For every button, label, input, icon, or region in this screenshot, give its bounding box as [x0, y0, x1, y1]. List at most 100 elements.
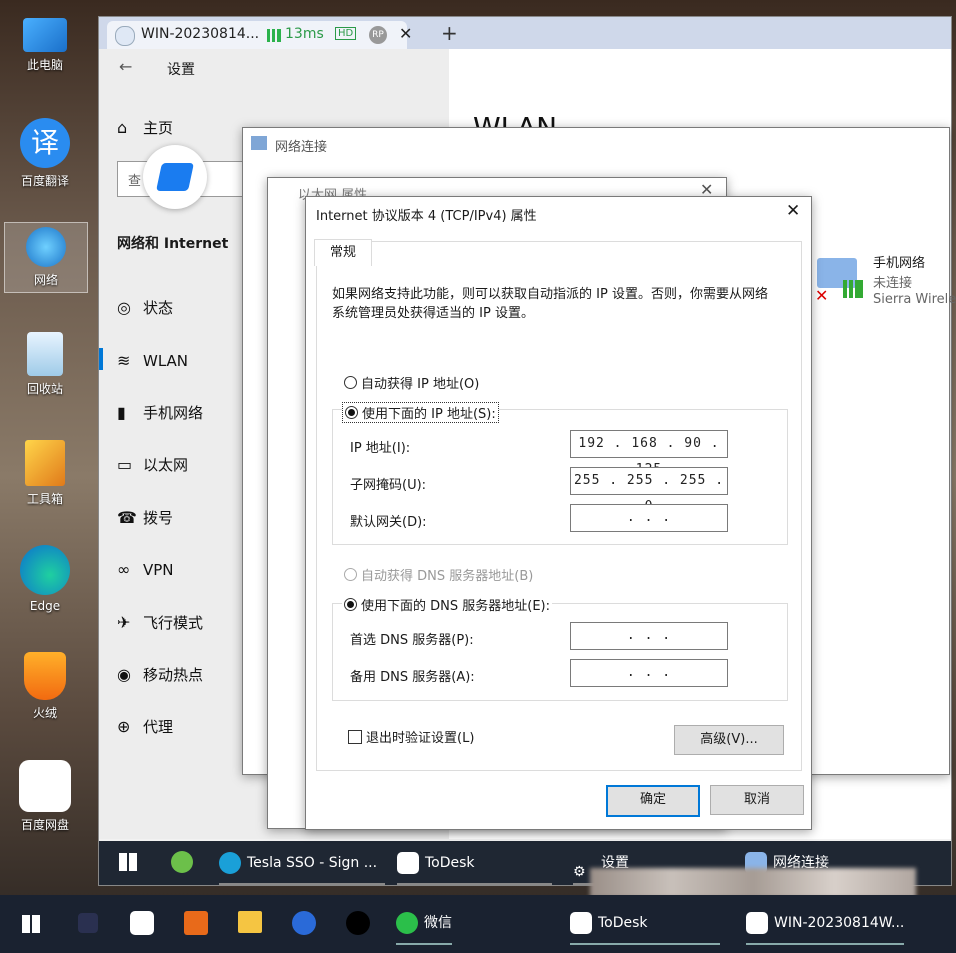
recycle-bin-icon [27, 332, 63, 376]
mobile-network-status: 未连接 [873, 276, 913, 291]
taskbar-todesk[interactable]: ToDesk [570, 903, 720, 945]
desktop-icon-baidu-netdisk[interactable]: 百度网盘 [0, 760, 90, 833]
file-explorer-icon[interactable] [238, 911, 262, 933]
default-gateway-label: 默认网关(D): [350, 515, 427, 530]
signal-bars-icon [843, 280, 863, 298]
todesk-floating-button[interactable] [143, 145, 207, 209]
ip-address-label: IP 地址(I): [350, 441, 411, 456]
edge-icon [219, 852, 241, 874]
subnet-mask-input[interactable]: 255 . 255 . 255 . 0 [570, 467, 728, 514]
desktop-icon-toolbox[interactable]: 工具箱 [0, 440, 90, 507]
mobile-network-name: 手机网络 [873, 256, 926, 271]
radio-selected-icon [344, 598, 357, 611]
local-taskbar: 微信 ToDesk WIN-20230814W... [0, 895, 956, 953]
radio-manual-dns[interactable]: 使用下面的 DNS 服务器地址(E): [342, 595, 552, 614]
radio-manual-ip[interactable]: 使用下面的 IP 地址(S): [342, 402, 499, 423]
toolbox-icon [25, 440, 65, 486]
ok-button[interactable]: 确定 [606, 785, 700, 817]
todesk-logo-icon [156, 163, 194, 191]
nav-ethernet[interactable]: ▭ 以太网 [117, 452, 188, 478]
windows-start-icon[interactable] [119, 853, 137, 871]
wechat-icon [396, 912, 418, 934]
radio-auto-ip[interactable]: 自动获得 IP 地址(O) [344, 373, 479, 392]
close-icon[interactable]: ✕ [786, 201, 800, 221]
rp-badge[interactable]: RP [369, 26, 387, 44]
nav-vpn[interactable]: ∞ VPN [117, 557, 174, 583]
nav-mobile[interactable]: ▮ 手机网络 [117, 400, 203, 426]
remote-tab-bar: WIN-20230814... 13ms HD RP ✕ + [99, 17, 951, 49]
globe-icon: ◎ [117, 298, 131, 317]
taskbar-wechat[interactable]: 微信 [396, 903, 452, 945]
signal-bars-icon [267, 29, 281, 42]
todesk-icon [397, 852, 419, 874]
desktop-icon-baidu-translate[interactable]: 译 百度翻译 [0, 118, 90, 189]
back-arrow-icon[interactable]: ← [119, 57, 132, 76]
nav-airplane[interactable]: ✈ 飞行模式 [117, 610, 203, 636]
hotspot-icon: ◉ [117, 665, 131, 684]
taskbar-remote-session[interactable]: WIN-20230814W... [746, 903, 905, 945]
taskbar-tesla-sso[interactable]: Tesla SSO - Sign ... [219, 843, 386, 885]
checkbox-icon [348, 730, 362, 744]
alternate-dns-label: 备用 DNS 服务器(A): [350, 670, 475, 685]
todesk-icon [570, 912, 592, 934]
hd-badge[interactable]: HD [335, 27, 357, 40]
radio-auto-dns[interactable]: 自动获得 DNS 服务器地址(B) [344, 565, 533, 584]
radio-disabled-icon [344, 568, 357, 581]
desktop-icon-network[interactable]: 网络 [4, 222, 88, 293]
app-green-icon[interactable] [171, 851, 193, 873]
nav-wlan[interactable]: ≋ WLAN [117, 348, 188, 374]
latency-text: 13ms [285, 26, 324, 42]
alternate-dns-input[interactable]: . . . [570, 659, 728, 687]
mobile-network-adapter[interactable]: ✕ 手机网络 未连接 Sierra Wirele [813, 250, 956, 310]
validate-on-exit-checkbox[interactable]: 退出时验证设置(L) [348, 727, 474, 746]
radio-selected-icon [345, 406, 358, 419]
windows-start-icon[interactable] [22, 915, 40, 933]
subnet-mask-label: 子网掩码(U): [350, 478, 427, 493]
cg100-icon[interactable] [184, 911, 208, 935]
remote-session-tab[interactable]: WIN-20230814... 13ms HD RP ✕ [107, 21, 412, 49]
active-indicator [99, 348, 103, 370]
desktop-icon-huorong[interactable]: 火绒 [0, 652, 90, 721]
cancel-button[interactable]: 取消 [710, 785, 804, 815]
ipv4-properties-dialog: Internet 协议版本 4 (TCP/IPv4) 属性 ✕ 常规 如果网络支… [305, 196, 812, 830]
taskbar-todesk[interactable]: ToDesk [397, 843, 552, 885]
fire-shield-icon [24, 652, 66, 700]
disconnected-x-icon: ✕ [815, 286, 829, 305]
remote-tab-title: WIN-20230814... [141, 26, 260, 42]
settings-home[interactable]: ⌂ 主页 [117, 115, 173, 141]
desktop-icon-recycle-bin[interactable]: 回收站 [0, 332, 90, 397]
todesk-icon [746, 912, 768, 934]
new-tab-button[interactable]: + [441, 21, 458, 45]
desktop-icon-edge[interactable]: Edge [0, 545, 90, 613]
cloud-icon [19, 760, 71, 812]
settings-title: 设置 [167, 62, 195, 78]
desktop-icon-this-pc[interactable]: 此电脑 [0, 12, 90, 73]
cat-app-icon[interactable] [78, 913, 98, 933]
advanced-button[interactable]: 高级(V)... [674, 725, 784, 755]
description-text: 如果网络支持此功能，则可以获取自动指派的 IP 设置。否则，你需要从网络系统管理… [332, 287, 768, 321]
preferred-dns-input[interactable]: . . . [570, 622, 728, 650]
ip-address-input[interactable]: 192 . 168 . 90 . 125 [570, 430, 728, 477]
baidu-netdisk-icon[interactable] [130, 911, 154, 935]
close-tab-icon[interactable]: ✕ [399, 24, 412, 43]
todesk-logo-icon [115, 26, 135, 46]
tab-general[interactable]: 常规 [314, 239, 372, 266]
nav-dialup[interactable]: ☎ 拨号 [117, 505, 173, 531]
tiktok-icon[interactable] [346, 911, 370, 935]
computer-icon [23, 18, 67, 52]
bluetooth-app-icon[interactable] [292, 911, 316, 935]
nav-proxy[interactable]: ⊕ 代理 [117, 714, 173, 740]
default-gateway-input[interactable]: . . . [570, 504, 728, 532]
airplane-icon: ✈ [117, 613, 131, 632]
translate-icon: 译 [20, 118, 70, 168]
signal-icon: ▮ [117, 403, 126, 422]
nav-hotspot[interactable]: ◉ 移动热点 [117, 662, 203, 688]
network-icon [26, 227, 66, 267]
vpn-icon: ∞ [117, 560, 131, 579]
nav-status[interactable]: ◎ 状态 [117, 295, 173, 321]
ethernet-icon: ▭ [117, 455, 133, 474]
edge-icon [20, 545, 70, 595]
wifi-icon: ≋ [117, 351, 131, 370]
ipv4-dialog-title: Internet 协议版本 4 (TCP/IPv4) 属性 [316, 209, 537, 224]
proxy-icon: ⊕ [117, 717, 131, 736]
